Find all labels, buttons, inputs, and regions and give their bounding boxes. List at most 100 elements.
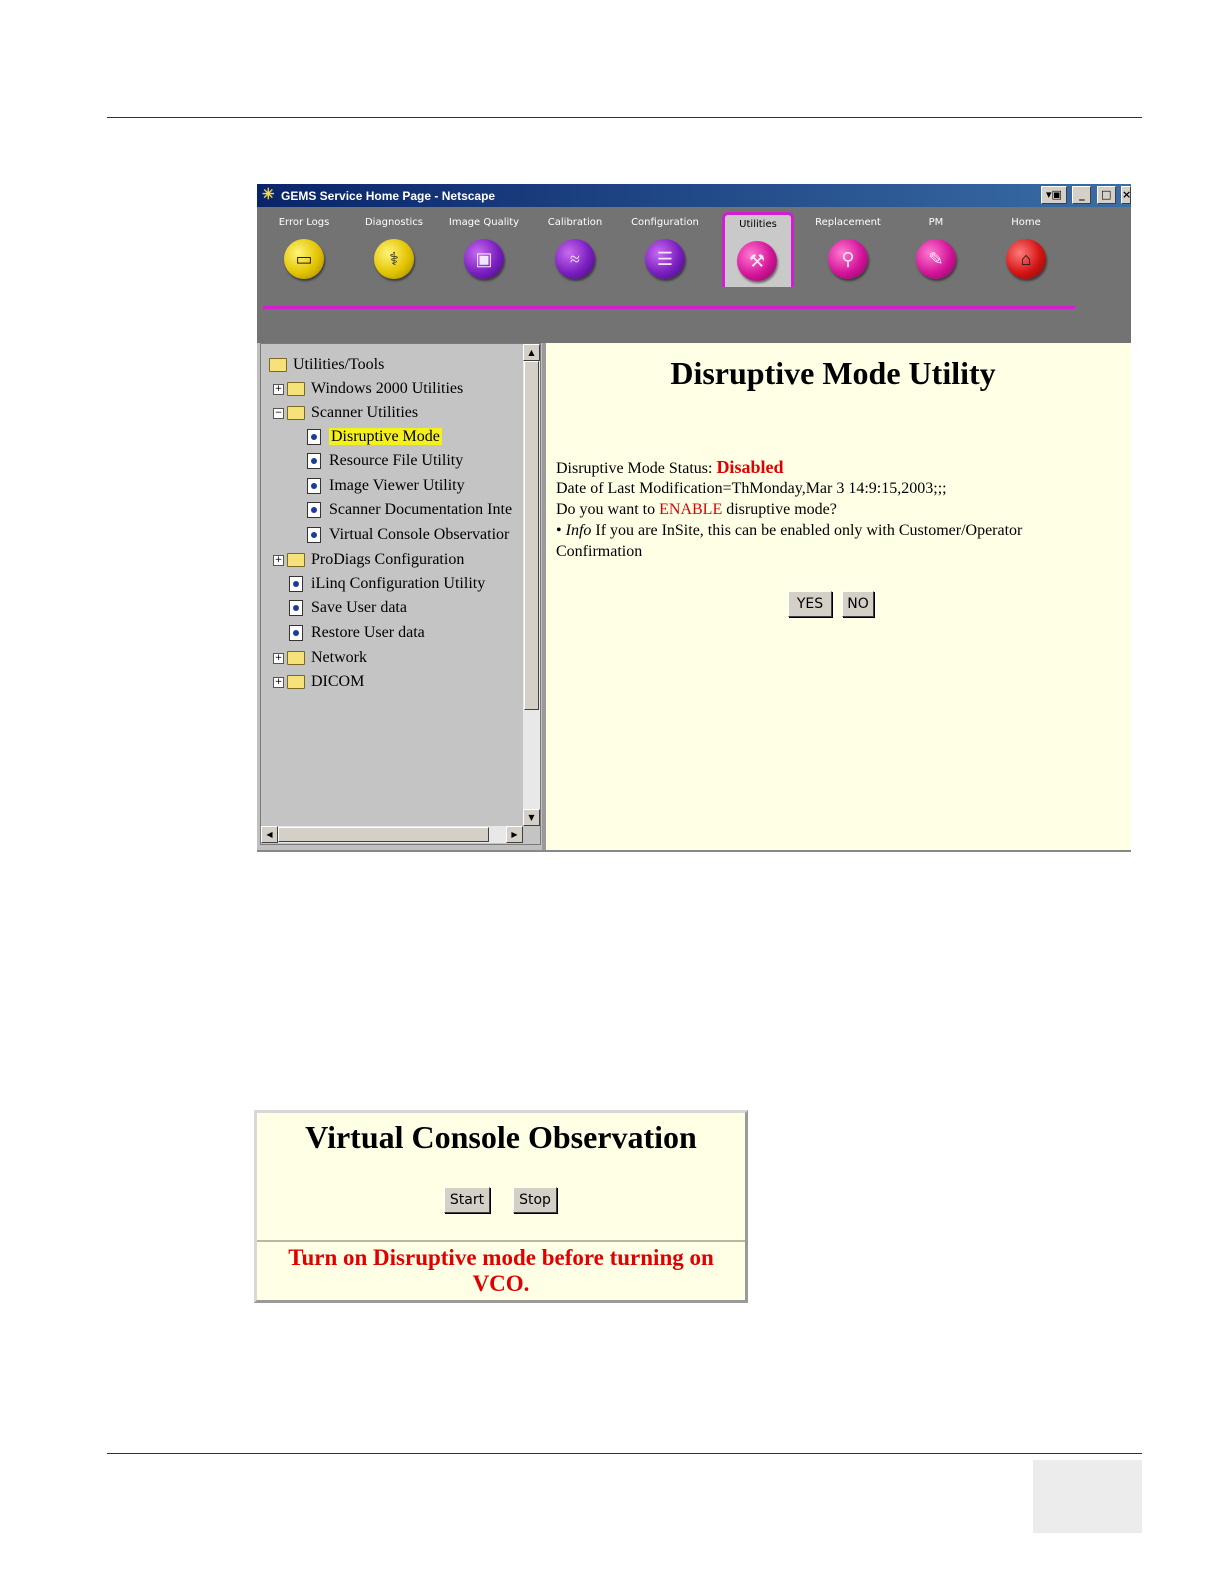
tree-item-resource-file[interactable]: Resource File Utility: [307, 450, 463, 472]
tree-label: Network: [311, 649, 367, 666]
toolbar-underline: [263, 306, 1075, 309]
top-rule: [107, 117, 1142, 118]
tab-replacement[interactable]: Replacement ⚲: [808, 213, 888, 285]
tab-label: PM: [928, 217, 944, 228]
title-bar: ✳ GEMS Service Home Page - Netscape ▾▣ _…: [257, 184, 1131, 207]
stethoscope-icon: ⚕: [374, 239, 414, 279]
pm-icon: ✎: [916, 239, 956, 279]
expand-icon[interactable]: +: [273, 676, 284, 688]
folder-icon: [287, 382, 305, 397]
stop-button[interactable]: Stop: [513, 1187, 557, 1213]
info-note: • Info If you are InSite, this can be en…: [556, 522, 1022, 540]
maximize-button[interactable]: □: [1096, 186, 1116, 204]
info-note-continued: Confirmation: [556, 543, 643, 560]
document-icon: [289, 600, 303, 617]
vco-panel: Virtual Console Observation Start Stop T…: [254, 1110, 748, 1303]
gems-logo-icon: ✳: [262, 186, 275, 203]
folder-icon: [287, 553, 305, 568]
vco-title: Virtual Console Observation: [305, 1119, 697, 1155]
close-button[interactable]: ×: [1121, 186, 1131, 204]
scroll-thumb[interactable]: [524, 361, 539, 710]
tab-image-quality[interactable]: Image Quality ▣: [444, 213, 524, 285]
no-button[interactable]: NO: [842, 591, 874, 617]
tree-item-root[interactable]: Utilities/Tools: [269, 354, 384, 376]
tree-item-windows-2000[interactable]: + Windows 2000 Utilities: [273, 378, 463, 400]
open-folder-icon: [269, 358, 287, 373]
tab-utilities[interactable]: Utilities ⚒: [722, 212, 794, 287]
last-modification: Date of Last Modification=ThMonday,Mar 3…: [556, 480, 947, 497]
expand-icon[interactable]: +: [273, 383, 284, 395]
scroll-up-button[interactable]: ▲: [523, 344, 540, 361]
tree-item-virtual-console[interactable]: Virtual Console Observatior: [307, 524, 509, 546]
open-folder-icon: [287, 406, 305, 421]
tree-item-dicom[interactable]: + DICOM: [273, 671, 364, 693]
service-toolbar: Error Logs ▭ Diagnostics ⚕ Image Quality…: [257, 207, 1131, 343]
tree-item-save-user-data[interactable]: Save User data: [289, 597, 407, 619]
tab-calibration[interactable]: Calibration ≈: [535, 213, 615, 285]
scroll-down-button[interactable]: ▼: [523, 809, 540, 826]
document-icon: [307, 429, 321, 446]
tree-item-disruptive-mode[interactable]: Disruptive Mode: [307, 426, 442, 448]
tab-error-logs[interactable]: Error Logs ▭: [264, 213, 344, 285]
minimize-button[interactable]: _: [1072, 186, 1092, 204]
enable-keyword: ENABLE: [659, 501, 723, 518]
tree-label: Virtual Console Observatior: [329, 526, 510, 543]
tab-configuration[interactable]: Configuration ☰: [625, 213, 705, 285]
calibration-icon: ≈: [555, 239, 595, 279]
tree-label: Scanner Documentation Inte: [329, 501, 513, 518]
tab-diagnostics[interactable]: Diagnostics ⚕: [354, 213, 434, 285]
vertical-scrollbar[interactable]: ▲ ▼: [523, 344, 540, 826]
tab-label: Replacement: [815, 217, 881, 228]
warning-line: VCO.: [472, 1271, 530, 1296]
document-icon: [307, 478, 321, 495]
tab-label: Utilities: [739, 219, 777, 230]
tab-label: Error Logs: [278, 217, 330, 228]
tree-label: DICOM: [311, 673, 365, 690]
vco-warning: Turn on Disruptive mode before turning o…: [257, 1245, 745, 1297]
tree-label: Restore User data: [311, 624, 425, 641]
tab-label: Image Quality: [448, 217, 520, 228]
home-icon: ⌂: [1006, 239, 1046, 279]
scroll-right-button[interactable]: ▶: [506, 826, 523, 843]
utilities-icon: ⚒: [737, 241, 777, 281]
collapse-icon[interactable]: −: [273, 407, 284, 419]
question-text: Do you want to: [556, 501, 660, 518]
tree-label: Scanner Utilities: [311, 404, 419, 421]
tab-home[interactable]: Home ⌂: [986, 213, 1066, 285]
tree-item-scanner-utilities[interactable]: − Scanner Utilities: [273, 402, 418, 424]
expand-icon[interactable]: +: [273, 652, 284, 664]
tree-item-ilinq[interactable]: iLinq Configuration Utility: [289, 573, 485, 595]
tree-item-restore-user-data[interactable]: Restore User data: [289, 622, 425, 644]
document-icon: [307, 527, 321, 544]
tree-label: Disruptive Mode: [329, 428, 442, 445]
tree-item-image-viewer[interactable]: Image Viewer Utility: [307, 475, 465, 497]
tree-label: Save User data: [311, 599, 407, 616]
info-label: Info: [565, 522, 592, 539]
start-button[interactable]: Start: [444, 1187, 490, 1213]
tab-label: Configuration: [631, 217, 699, 228]
tree-label: iLinq Configuration Utility: [311, 575, 486, 592]
folder-icon: [287, 651, 305, 666]
tree-label: Windows 2000 Utilities: [311, 380, 464, 397]
expand-icon[interactable]: +: [273, 554, 284, 566]
disruptive-mode-panel: Disruptive Mode Utility Disruptive Mode …: [546, 343, 1131, 850]
window-menu-button[interactable]: ▾▣: [1040, 186, 1067, 204]
tab-pm[interactable]: PM ✎: [896, 213, 976, 285]
error-logs-icon: ▭: [284, 239, 324, 279]
bottom-rule: [107, 1453, 1142, 1454]
horizontal-scrollbar[interactable]: ◀ ▶: [261, 826, 523, 843]
tab-label: Calibration: [547, 217, 603, 228]
window-controls: ▾▣ _ □ ×: [1039, 186, 1131, 204]
scroll-thumb[interactable]: [278, 827, 489, 842]
tree-item-prodiags[interactable]: + ProDiags Configuration: [273, 549, 464, 571]
status-label: Disruptive Mode Status:: [556, 460, 717, 477]
configuration-icon: ☰: [645, 239, 685, 279]
browser-window: ✳ GEMS Service Home Page - Netscape ▾▣ _…: [257, 184, 1131, 852]
enable-question: Do you want to ENABLE disruptive mode?: [556, 501, 837, 519]
tree-item-network[interactable]: + Network: [273, 647, 367, 669]
tree-item-scanner-documentation[interactable]: Scanner Documentation Inte: [307, 499, 512, 521]
question-text: disruptive mode?: [722, 501, 837, 518]
scroll-left-button[interactable]: ◀: [261, 826, 278, 843]
folder-icon: [287, 675, 305, 690]
yes-button[interactable]: YES: [788, 591, 832, 617]
